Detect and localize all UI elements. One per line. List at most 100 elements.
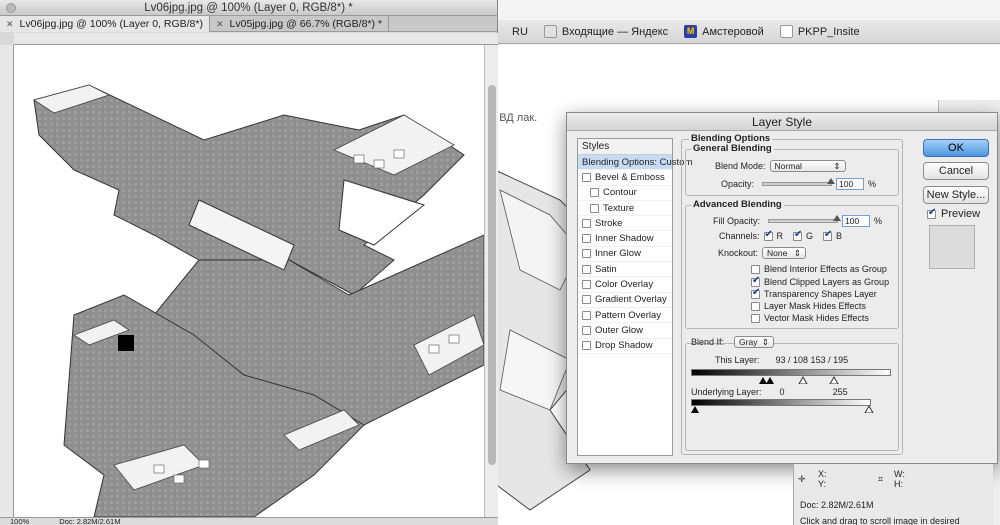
horizontal-ruler	[14, 33, 498, 45]
channel-b-checkbox[interactable]	[823, 229, 832, 241]
style-checkbox[interactable]	[582, 341, 591, 351]
style-checkbox[interactable]	[582, 264, 591, 274]
info-y-label: Y:	[818, 479, 827, 489]
this-layer-sliders[interactable]	[691, 376, 891, 384]
style-inner-glow[interactable]: Inner Glow	[578, 247, 672, 263]
style-checkbox[interactable]	[582, 249, 591, 259]
opacity-slider-knob[interactable]	[827, 178, 836, 184]
knockout-select[interactable]: None ⇕	[762, 247, 807, 259]
bookmark-inbox[interactable]: Входящие — Яндекс	[543, 25, 668, 38]
underlying-max: 255	[832, 387, 848, 397]
style-checkbox[interactable]	[582, 310, 591, 320]
close-tab-icon[interactable]: ✕	[6, 16, 14, 32]
option-checkbox[interactable]	[751, 313, 760, 323]
tab-lv06[interactable]: ✕ Lv06jpg.jpg @ 100% (Layer 0, RGB/8*)	[0, 16, 210, 32]
dialog-title: Layer Style	[567, 113, 997, 131]
option-checkbox[interactable]	[751, 264, 760, 274]
style-checkbox[interactable]	[590, 203, 599, 213]
zoom-level[interactable]: 100%	[10, 518, 29, 525]
knockout-label: Knockout:	[718, 248, 759, 258]
style-texture[interactable]: Texture	[578, 201, 672, 217]
style-pattern-overlay[interactable]: Pattern Overlay	[578, 308, 672, 324]
fill-opacity-input[interactable]: 100	[842, 215, 871, 227]
m-logo-icon: M	[684, 25, 698, 38]
underlying-layer-label: Underlying Layer:	[691, 387, 762, 397]
info-x-label: X:	[818, 469, 827, 479]
style-checkbox[interactable]	[582, 172, 591, 182]
styles-header[interactable]: Styles	[578, 139, 672, 155]
underlying-min: 0	[779, 387, 785, 397]
channel-r-checkbox[interactable]	[763, 229, 773, 241]
bookmark-pkpp[interactable]: PKPP_Insite	[779, 25, 860, 38]
document-tabs: ✕ Lv06jpg.jpg @ 100% (Layer 0, RGB/8*) ✕ L…	[0, 16, 497, 32]
style-bevel-emboss[interactable]: Bevel & Emboss	[578, 170, 672, 186]
style-drop-shadow[interactable]: Drop Shadow	[578, 339, 672, 354]
opacity-input[interactable]: 100	[836, 178, 865, 190]
styles-list: Styles Blending Options: Custom Bevel & …	[577, 138, 692, 456]
blend-mode-select[interactable]: Normal ⇕	[769, 160, 846, 172]
blending-options-panel: Blending Options General Blending Blend …	[681, 133, 903, 461]
fill-opacity-label: Fill Opacity:	[713, 216, 761, 226]
option-layer-mask-hides[interactable]: Layer Mask Hides Effects	[751, 301, 866, 311]
blend-if-select[interactable]: Gray ⇕	[734, 336, 775, 348]
vertical-scrollbar[interactable]	[484, 45, 498, 517]
style-checkbox[interactable]	[582, 234, 591, 244]
underlying-layer-sliders[interactable]	[691, 405, 876, 413]
style-outer-glow[interactable]: Outer Glow	[578, 323, 672, 339]
preview-toggle[interactable]: Preview	[927, 207, 980, 220]
channels-label: Channels:	[719, 231, 760, 241]
preview-checkbox[interactable]	[927, 207, 936, 219]
option-checkbox[interactable]	[751, 275, 760, 287]
style-blending-options[interactable]: Blending Options: Custom	[578, 155, 692, 171]
fill-opacity-percent: %	[874, 216, 883, 226]
style-checkbox[interactable]	[582, 218, 591, 228]
fill-opacity-slider-knob[interactable]	[833, 215, 842, 221]
info-hint: Click and drag to scroll image in desire…	[800, 516, 960, 525]
style-checkbox[interactable]	[582, 325, 591, 335]
opacity-label: Opacity:	[721, 179, 755, 189]
close-window-icon[interactable]	[6, 3, 16, 13]
style-color-overlay[interactable]: Color Overlay	[578, 277, 672, 293]
image-canvas[interactable]	[14, 45, 484, 517]
style-satin[interactable]: Satin	[578, 262, 672, 278]
general-blending-title: General Blending	[691, 143, 774, 154]
style-inner-shadow[interactable]: Inner Shadow	[578, 231, 672, 247]
style-contour[interactable]: Contour	[578, 186, 672, 201]
option-vector-mask-hides[interactable]: Vector Mask Hides Effects	[751, 313, 869, 323]
style-checkbox[interactable]	[582, 280, 591, 290]
option-checkbox[interactable]	[751, 301, 760, 311]
vertical-ruler	[0, 45, 14, 517]
advanced-blending-title: Advanced Blending	[691, 199, 784, 210]
doc-size: Doc: 2.82M/2.61M	[59, 517, 121, 525]
close-tab-icon[interactable]: ✕	[216, 16, 224, 32]
scroll-thumb[interactable]	[488, 85, 496, 465]
fill-opacity-slider[interactable]	[768, 215, 842, 223]
ok-button[interactable]: OK	[923, 139, 989, 157]
style-gradient-overlay[interactable]: Gradient Overlay	[578, 293, 672, 308]
this-layer-gradient[interactable]	[691, 369, 891, 376]
document-titlebar: Lv06jpg.jpg @ 100% (Layer 0, RGB/8*) *	[0, 0, 497, 16]
new-style-button[interactable]: New Style...	[923, 186, 989, 204]
opacity-percent: %	[868, 179, 877, 189]
channel-g-checkbox[interactable]	[793, 229, 802, 241]
option-blend-interior[interactable]: Blend Interior Effects as Group	[751, 264, 887, 274]
chevron-updown-icon: ⇕	[761, 337, 770, 347]
style-stroke[interactable]: Stroke	[578, 216, 672, 232]
chevron-updown-icon: ⇕	[833, 161, 841, 171]
option-transparency-shapes[interactable]: Transparency Shapes Layer	[751, 287, 877, 299]
style-checkbox[interactable]	[590, 188, 599, 198]
page-icon	[779, 25, 793, 38]
document-statusbar: 100% Doc: 2.82M/2.61M	[0, 517, 498, 525]
opacity-slider[interactable]	[762, 178, 836, 186]
bookmark-amsterova[interactable]: M Амстеровой	[684, 25, 764, 38]
info-doc-size: Doc: 2.82M/2.61M	[800, 500, 874, 510]
option-checkbox[interactable]	[751, 287, 760, 299]
tab-lv05[interactable]: ✕ Lv05jpg.jpg @ 66.7% (RGB/8*) *	[210, 16, 390, 32]
document-title: Lv06jpg.jpg @ 100% (Layer 0, RGB/8*) *	[144, 2, 353, 14]
chevron-updown-icon: ⇕	[793, 248, 802, 258]
cancel-button[interactable]: Cancel	[923, 162, 989, 180]
style-checkbox[interactable]	[582, 295, 591, 305]
bookmark-ru[interactable]: RU	[512, 26, 528, 38]
option-blend-clipped[interactable]: Blend Clipped Layers as Group	[751, 275, 889, 287]
bookmarks-bar: RU Входящие — Яндекс M Амстеровой PKPP_In…	[490, 20, 1000, 44]
